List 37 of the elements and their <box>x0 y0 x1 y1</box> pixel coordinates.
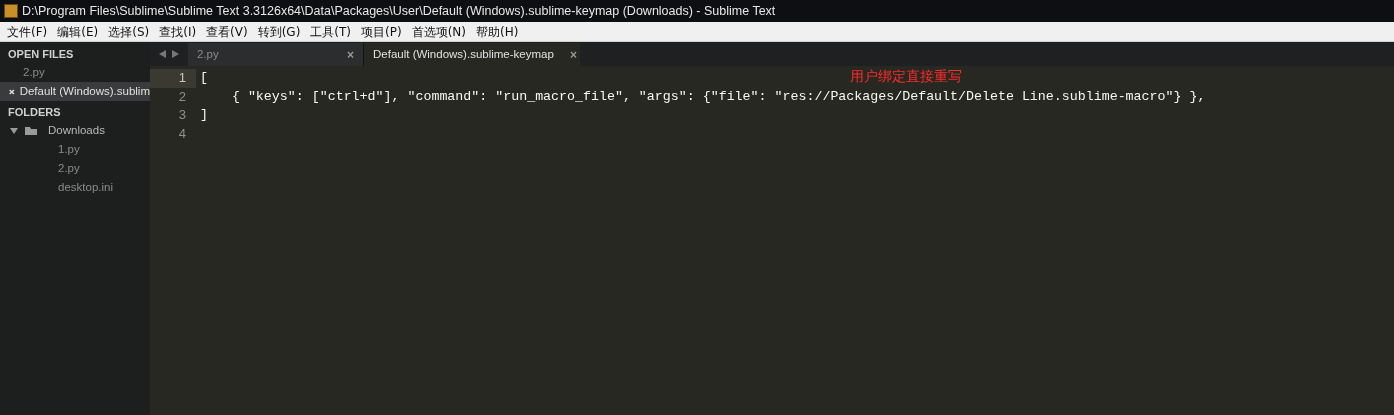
menu-item[interactable]: 首选项(N) <box>406 22 471 41</box>
scroll-left-icon[interactable] <box>159 50 166 58</box>
menu-item[interactable]: 文件(F) <box>2 22 53 41</box>
line-number: 3 <box>177 106 187 124</box>
menu-item[interactable]: 转到(G) <box>252 22 306 41</box>
code-line: ] <box>200 106 208 125</box>
menu-item[interactable]: 编辑(E) <box>52 22 104 41</box>
close-icon[interactable] <box>9 87 15 96</box>
line-number: 2 <box>177 87 187 106</box>
line-number: 4 <box>177 124 187 143</box>
line-number: 1 <box>150 69 196 88</box>
menu-item[interactable]: 查找(I) <box>154 22 202 41</box>
folder-icon <box>24 125 38 136</box>
menu-item[interactable]: 工具(T) <box>305 22 357 41</box>
app-icon <box>4 4 18 18</box>
code-line: [ <box>200 69 208 88</box>
scroll-right-icon[interactable] <box>172 50 179 58</box>
menu-item[interactable]: 选择(S) <box>103 22 155 41</box>
annotation-text: 用户绑定直接重写 <box>850 67 962 86</box>
disclosure-triangle-icon[interactable] <box>10 126 18 135</box>
open-file-item[interactable]: 2.py <box>0 63 150 82</box>
menu-item[interactable]: 帮助(H) <box>471 22 524 41</box>
close-icon[interactable]: × <box>347 45 354 64</box>
file-item[interactable]: desktop.ini <box>0 178 150 197</box>
file-item[interactable]: 2.py <box>0 159 150 178</box>
section-header: OPEN FILES <box>7 47 75 62</box>
folder-label[interactable]: Downloads <box>48 121 105 140</box>
menu-item[interactable]: 查看(V) <box>201 22 253 41</box>
window-title: D:\Program Files\Sublime\Sublime Text 3.3126x64\Data\Packages\User\Default (Windows).sublime-keymap (Downloads) - Sublime Text <box>22 2 776 20</box>
close-icon[interactable]: × <box>569 45 577 64</box>
menu-item[interactable]: 项目(P) <box>356 22 407 41</box>
tab[interactable]: 2.py × <box>188 43 364 66</box>
tab[interactable]: Default (Windows).sublime-keymap × <box>364 43 580 66</box>
open-file-item[interactable]: Default (Windows).sublim <box>0 82 150 101</box>
code-line: { "keys": ["ctrl+d"], "command": "run_macro_file", "args": {"file": "res://Packages/Default/Delete Line.sublime-macro"} }, <box>230 87 1206 106</box>
section-header: FOLDERS <box>7 105 62 120</box>
file-item[interactable]: 1.py <box>0 140 150 159</box>
